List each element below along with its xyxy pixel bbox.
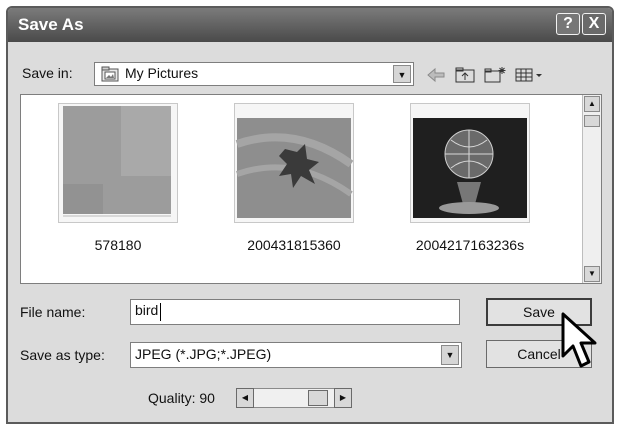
save-as-type-value: JPEG (*.JPG;*.JPEG): [135, 346, 272, 362]
quality-slider[interactable]: ◀ ▶: [236, 388, 352, 408]
chevron-down-icon[interactable]: ▼: [393, 65, 411, 83]
file-name-label: 578180: [94, 237, 142, 253]
thumbnail-2004217163236s[interactable]: [410, 103, 530, 223]
help-button[interactable]: ?: [556, 13, 580, 35]
file-name-label: 200431815360: [247, 237, 341, 253]
folder-pictures-icon: [101, 66, 119, 82]
back-arrow-icon[interactable]: [426, 66, 446, 84]
save-as-dialog: Save As ? X Save in: My Pictures ▼ 57818…: [6, 6, 614, 424]
mouse-cursor-icon: [561, 312, 597, 368]
scrollbar-thumb[interactable]: [584, 115, 600, 127]
new-folder-icon[interactable]: [483, 66, 507, 84]
file-list-view[interactable]: 578180 200431815360 2004217163236s ▲ ▼: [20, 94, 602, 284]
image-thumbnail: [411, 104, 529, 222]
scroll-up-button[interactable]: ▲: [584, 96, 600, 112]
save-as-type-label: Save as type:: [20, 347, 105, 363]
title-bar[interactable]: Save As ? X: [8, 8, 612, 42]
chevron-down-icon[interactable]: ▼: [441, 345, 459, 365]
slider-knob[interactable]: [308, 390, 328, 406]
dialog-title: Save As: [18, 15, 84, 34]
file-name-value: bird: [135, 302, 159, 318]
views-menu-icon[interactable]: [514, 66, 544, 84]
text-caret: [160, 303, 161, 321]
thumbnail-578180[interactable]: [58, 103, 178, 223]
save-in-dropdown[interactable]: My Pictures ▼: [94, 62, 414, 86]
slider-track[interactable]: [254, 388, 334, 408]
save-in-value: My Pictures: [125, 65, 199, 81]
scroll-down-button[interactable]: ▼: [584, 266, 600, 282]
file-name-field-label: File name:: [20, 304, 86, 320]
quality-label: Quality: 90: [148, 390, 215, 406]
slider-left-button[interactable]: ◀: [236, 388, 254, 408]
file-name-label: 2004217163236s: [415, 237, 525, 253]
image-thumbnail: [59, 104, 177, 222]
save-as-type-dropdown[interactable]: JPEG (*.JPG;*.JPEG) ▼: [130, 342, 462, 368]
file-name-field[interactable]: bird: [130, 299, 460, 325]
vertical-scrollbar[interactable]: ▲ ▼: [582, 95, 601, 283]
thumbnail-200431815360[interactable]: [234, 103, 354, 223]
image-thumbnail: [235, 104, 353, 222]
up-folder-icon[interactable]: [454, 66, 476, 84]
slider-right-button[interactable]: ▶: [334, 388, 352, 408]
save-in-label: Save in:: [22, 65, 73, 81]
close-button[interactable]: X: [582, 13, 606, 35]
